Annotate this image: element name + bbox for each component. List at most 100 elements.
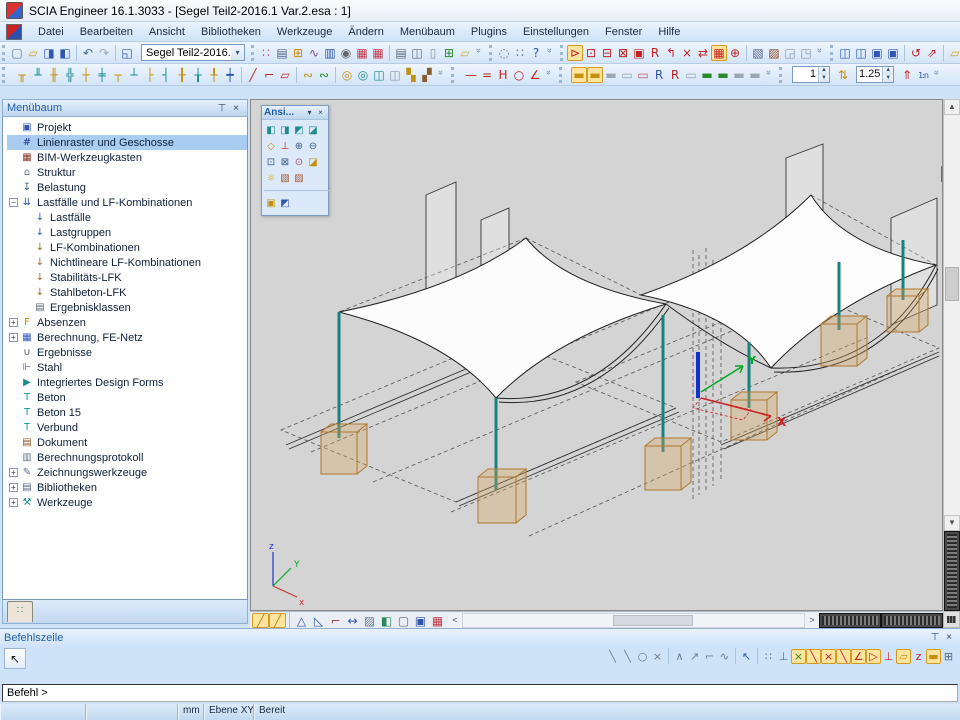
tree-item-verbund[interactable]: TVerbund [7,420,247,435]
tree-item-integriertes-design-forms[interactable]: ▶Integriertes Design Forms [7,375,247,390]
section-view-icon[interactable]: ◺ [310,613,327,628]
menu-werkzeuge[interactable]: Werkzeuge [269,24,340,40]
scale-1n-icon[interactable]: 1:n [915,67,931,83]
mdi-window-icon[interactable]: ◱ [119,45,135,61]
line-grid-icon[interactable]: ⊥ [776,649,791,664]
volume-render-icon[interactable]: ▢ [395,613,412,628]
project-combobox[interactable]: Segel Teil2-2016.1 ▾ [141,44,245,61]
tree-item-stahl[interactable]: ⊩Stahl [7,360,247,375]
snap-flag-icon[interactable]: ⌐ [702,649,717,664]
swap-xy-icon[interactable]: ⇅ [835,67,851,83]
close-icon[interactable]: × [942,632,956,643]
plate-tool-icon[interactable]: ╪ [94,67,110,83]
layer-off2-icon[interactable]: ▭ [619,67,635,83]
paste-special-icon[interactable]: ▣ [885,45,901,61]
copy-multi-icon[interactable]: ◫ [853,45,869,61]
collapse-icon[interactable]: − [9,198,18,207]
document-gray-icon[interactable]: ▯ [425,45,441,61]
scroll-up-icon[interactable]: ▲ [944,99,960,115]
menu-fenster[interactable]: Fenster [597,24,650,40]
spinner-down-icon[interactable]: ▼ [882,75,893,83]
join-member-icon[interactable]: ⊟ [599,45,615,61]
horizontal-scroll-track[interactable] [462,613,805,628]
menu-ansicht[interactable]: Ansicht [141,24,193,40]
units-setup-icon[interactable]: ∷ [258,45,274,61]
volume-render2-icon[interactable]: ▣ [412,613,429,628]
layer-green2-icon[interactable]: ▬ [715,67,731,83]
mesh-render-icon[interactable]: ◧ [378,613,395,628]
search-members-icon[interactable]: ◎ [339,67,355,83]
perspective-cube-icon[interactable]: ◩ [278,196,292,210]
help-select-icon[interactable]: ? [528,45,544,61]
toolbar-overflow-icon[interactable]: » [764,70,774,80]
view-image2-icon[interactable]: ▨ [292,171,306,185]
mdi-child-icon[interactable] [6,24,22,40]
tree-item-zeichnungswerkzeuge[interactable]: +✎Zeichnungswerkzeuge [7,465,247,480]
view-palette-header[interactable]: Ansi... ▾ × [262,106,328,120]
grid-settings-icon[interactable]: ▦ [429,613,446,628]
layer-off3-icon[interactable]: ▭ [683,67,699,83]
toolbar-grip[interactable] [779,67,787,83]
toolbar-overflow-icon[interactable]: » [474,48,484,58]
table-results-icon[interactable]: ▦ [370,45,386,61]
new-document-icon[interactable]: ▢ [9,45,25,61]
layer-active1-icon[interactable]: ▬ [571,67,587,83]
fly-mode-icon[interactable]: ⇗ [924,45,940,61]
dimension-lines-icon[interactable]: ↔ [344,613,361,628]
refresh-icon[interactable]: ↺ [908,45,924,61]
zoom-out-icon[interactable]: ⊖ [306,139,320,153]
menu--ndern[interactable]: Ändern [340,24,391,40]
expand-icon[interactable]: + [9,468,18,477]
tree-item-nichtlineare-lf-kombinationen[interactable]: ↓Nichtlineare LF-Kombinationen [7,255,247,270]
tree-item-bim-werkzeugkasten[interactable]: ▦BIM-Werkzeugkasten [7,150,247,165]
pointer-mode-button[interactable]: ↖ [4,648,26,669]
save-all-icon[interactable]: ◨ [41,45,57,61]
status-units[interactable]: mm [178,704,204,720]
tree-item-belastung[interactable]: ↧Belastung [7,180,247,195]
table-editor-icon[interactable]: ▦ [354,45,370,61]
light-icon[interactable]: ☼ [264,171,278,185]
tree-item-beton[interactable]: TBeton [7,390,247,405]
toolbar-overflow-icon[interactable]: » [544,70,554,80]
tree-item-linienraster-und-geschosse[interactable]: #Linienraster und Geschosse [7,135,247,150]
spinner-up-icon[interactable]: ▲ [818,67,829,75]
tree-item-werkzeuge[interactable]: +⚒Werkzeuge [7,495,247,510]
snap-delete-icon[interactable]: × [650,649,665,664]
paste-icon[interactable]: ▣ [869,45,885,61]
line-tool-icon[interactable]: — [463,67,479,83]
stamp-icon[interactable]: ▚ [403,67,419,83]
view-params-icon[interactable]: ◲ [782,45,798,61]
snap-edge-icon[interactable]: ▷ [866,649,881,664]
zoom-in-icon[interactable]: ⊕ [292,139,306,153]
snap-circle-icon[interactable]: ○ [635,649,650,664]
wire-pen1-icon[interactable]: ╱ [252,613,269,628]
shell-tool-icon[interactable]: ┴ [126,67,142,83]
snap-free-icon[interactable]: ╲ [605,649,620,664]
ucs-axes-icon[interactable]: ⊥ [278,139,292,153]
tree-item-beton-15[interactable]: TBeton 15 [7,405,247,420]
view-z-icon[interactable]: ◩ [292,123,306,137]
copy-icon[interactable]: ◫ [837,45,853,61]
h-profile-icon[interactable]: H [495,67,511,83]
snap-polygon-icon[interactable]: ▱ [896,649,911,664]
node-tool-icon[interactable]: ╂ [174,67,190,83]
menu-einstellungen[interactable]: Einstellungen [515,24,597,40]
drag-icon[interactable]: ⇄ [695,45,711,61]
snap-vertex-icon[interactable]: ∧ [672,649,687,664]
zoom-window-icon[interactable]: ⊡ [264,155,278,169]
tree-item-stahlbeton-lfk[interactable]: ↓Stahlbeton-LFK [7,285,247,300]
rotate-control-horizontal-1[interactable] [820,614,880,627]
node-pair-green-icon[interactable]: ∾ [316,67,332,83]
combo-dropdown-icon[interactable]: ▾ [231,45,244,60]
tree-item-stabilit-ts-lfk[interactable]: ↓Stabilitäts-LFK [7,270,247,285]
spinner-down-icon[interactable]: ▼ [818,75,829,83]
tree-item-dokument[interactable]: ▤Dokument [7,435,247,450]
new-folder-icon[interactable]: ▱ [947,45,960,61]
layer-active2-icon[interactable]: ▬ [587,67,603,83]
toolbar-grip[interactable] [489,45,492,61]
curve-edit-icon[interactable]: ↰ [663,45,679,61]
snap-perpendicular-icon[interactable]: ⊥ [881,649,896,664]
toolbar-grip[interactable] [451,67,459,83]
toolbar-grip[interactable] [559,67,567,83]
calculator-icon[interactable]: ⊞ [290,45,306,61]
